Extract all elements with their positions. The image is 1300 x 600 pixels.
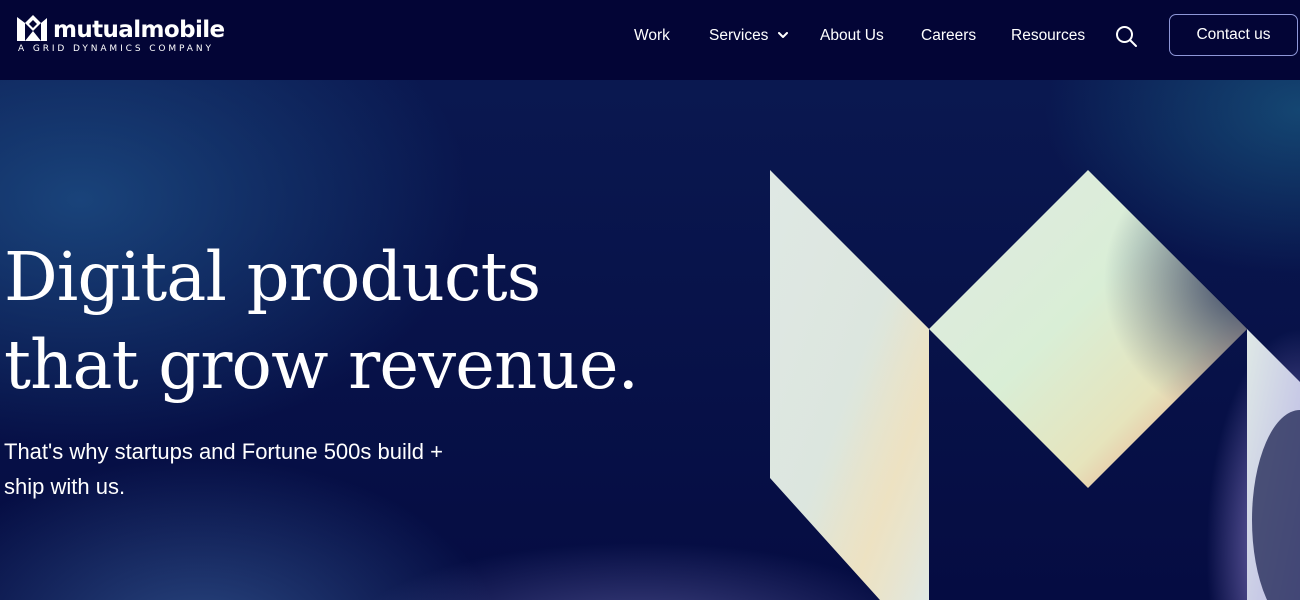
hero-headline: Digital products that grow revenue. — [4, 233, 639, 409]
contact-us-button[interactable]: Contact us — [1169, 14, 1298, 56]
nav-item-label: Services — [709, 27, 769, 44]
nav-item-work[interactable]: Work — [634, 24, 670, 48]
nav-item-label: Resources — [1011, 27, 1086, 44]
logo[interactable]: mutualmobile A GRID DYNAMICS COMPANY — [17, 15, 225, 57]
brand-wordmark: mutualmobile — [53, 17, 225, 43]
nav-item-resources[interactable]: Resources — [1011, 24, 1085, 48]
nav-item-services[interactable]: Services — [709, 24, 788, 48]
nav-item-label: About Us — [820, 27, 884, 44]
brand-tagline: A GRID DYNAMICS COMPANY — [18, 44, 214, 54]
nav-item-label: Careers — [921, 27, 977, 44]
mutualmobile-logo-mark-icon — [17, 15, 47, 41]
site-header: mutualmobile A GRID DYNAMICS COMPANY Wor… — [0, 0, 1300, 80]
hero-subtext: That's why startups and Fortune 500s bui… — [4, 439, 443, 499]
hero-headline-line-1: Digital products — [4, 238, 541, 316]
hero-headline-line-2: that grow revenue. — [4, 326, 639, 404]
search-button[interactable] — [1114, 24, 1138, 48]
nav-item-about-us[interactable]: About Us — [820, 24, 884, 48]
search-icon — [1116, 26, 1137, 47]
nav-item-label: Work — [634, 27, 670, 44]
chevron-down-icon — [777, 32, 788, 38]
nav-item-careers[interactable]: Careers — [921, 24, 976, 48]
hero-section: Digital products that grow revenue. That… — [0, 80, 1300, 600]
